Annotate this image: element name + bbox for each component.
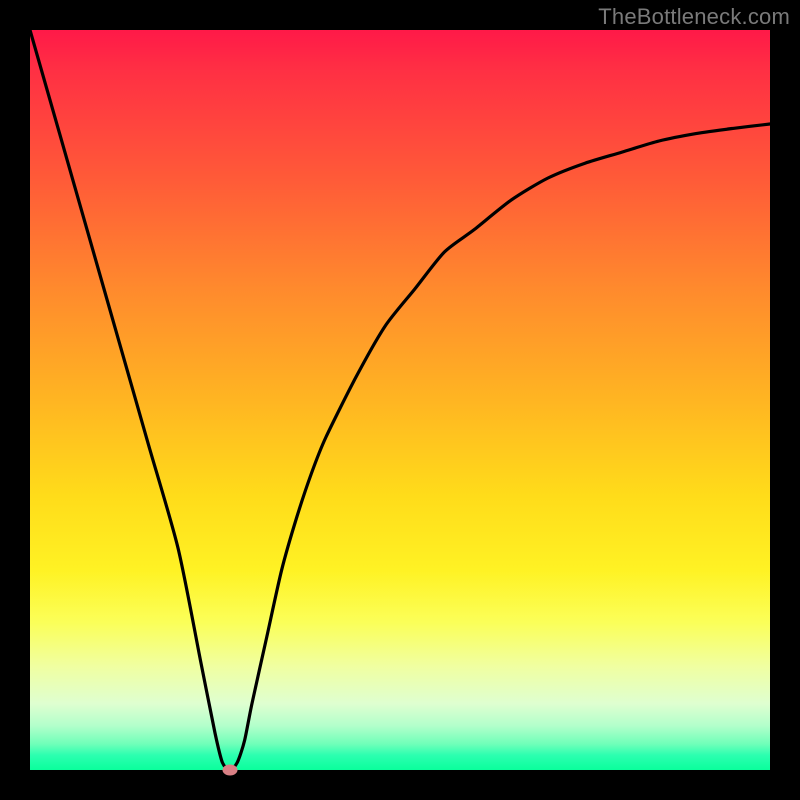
bottleneck-curve: [30, 30, 770, 770]
optimal-point-marker: [222, 765, 237, 776]
watermark-text: TheBottleneck.com: [598, 4, 790, 30]
plot-area: [30, 30, 770, 770]
chart-frame: TheBottleneck.com: [0, 0, 800, 800]
